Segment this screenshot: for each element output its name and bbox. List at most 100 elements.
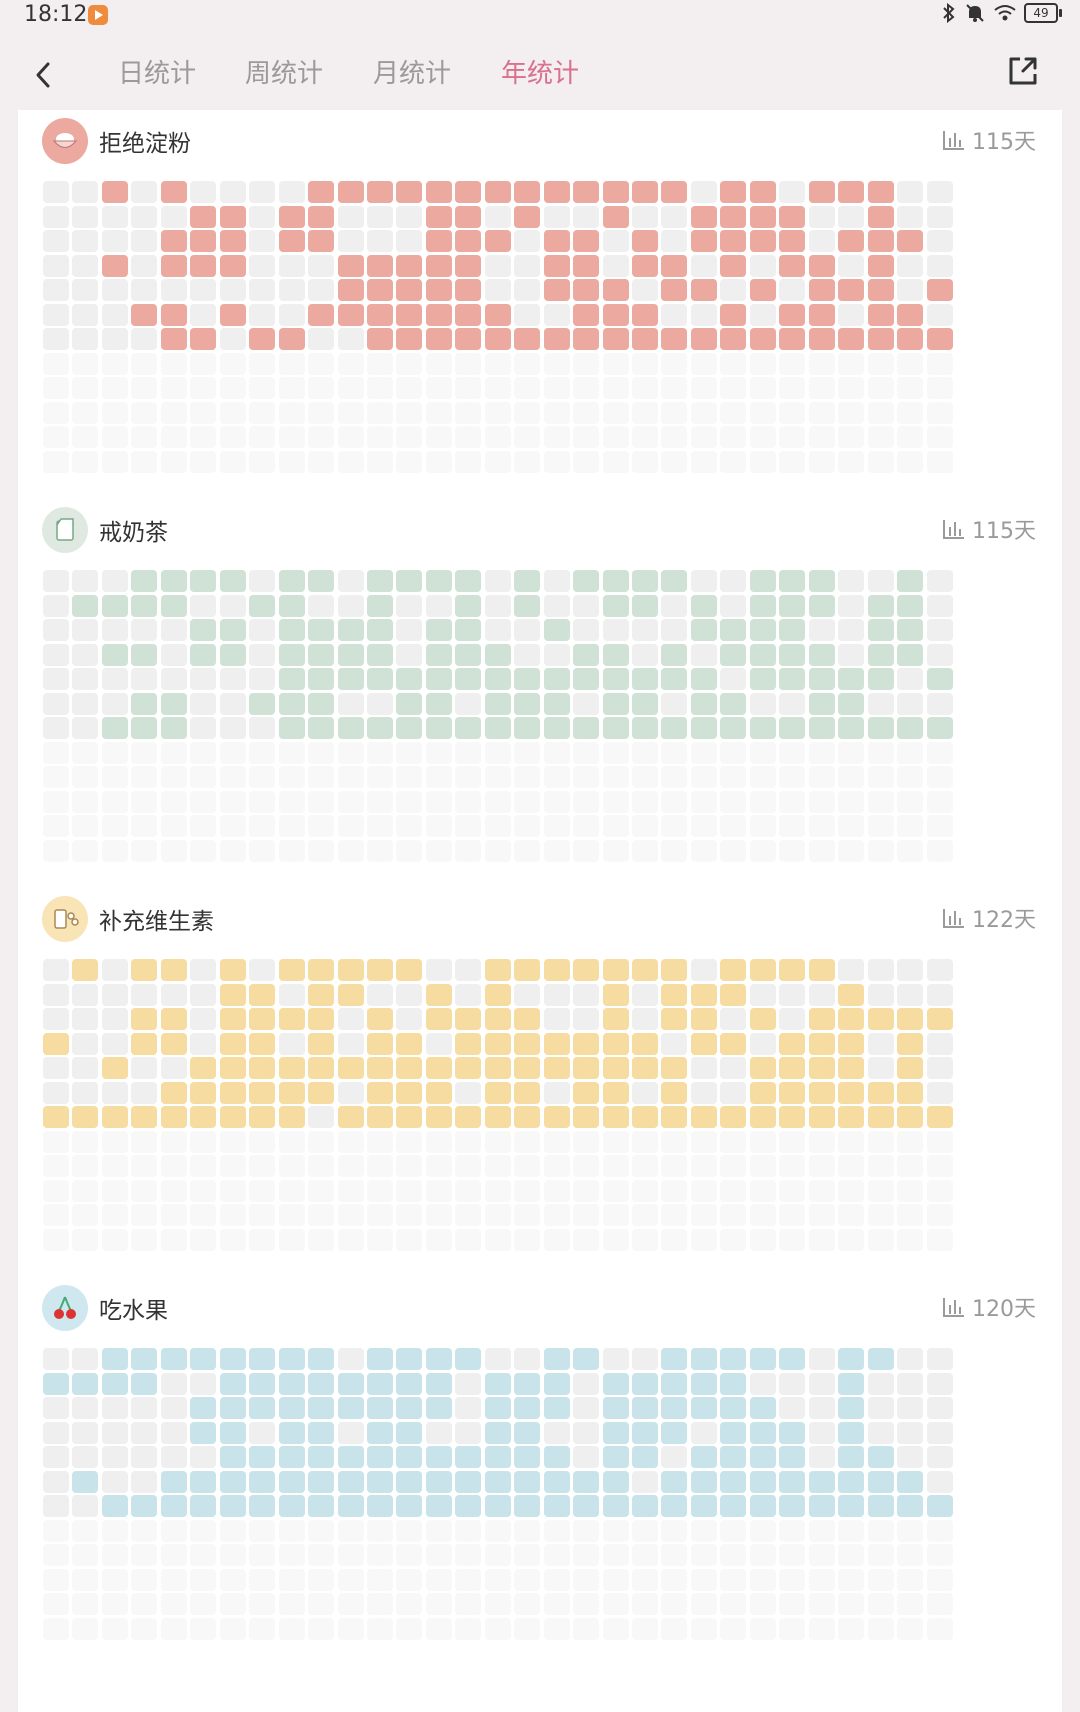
- day-cell-future: [337, 1568, 364, 1591]
- tab-weekly[interactable]: 周统计: [245, 54, 323, 94]
- day-cell-empty: [249, 230, 276, 252]
- habit-count-value: 115天: [972, 130, 1036, 155]
- day-cell-future: [337, 741, 364, 764]
- day-cell-done: [926, 668, 953, 690]
- day-cell-future: [808, 839, 835, 862]
- day-cell-future: [160, 839, 187, 862]
- day-cell-done: [484, 181, 511, 203]
- day-cell-future: [484, 1228, 511, 1251]
- day-cell-done: [897, 717, 924, 739]
- day-cell-future: [249, 1568, 276, 1591]
- habit-section-no-starch[interactable]: 拒绝淀粉 115天: [18, 110, 1062, 535]
- day-cell-empty: [926, 1057, 953, 1079]
- day-cell-future: [573, 741, 600, 764]
- tab-daily[interactable]: 日统计: [118, 54, 196, 94]
- day-cell-future: [190, 741, 217, 764]
- day-cell-future: [573, 1568, 600, 1591]
- day-cell-done: [661, 279, 688, 301]
- day-cell-empty: [926, 1032, 953, 1055]
- mute-icon: [966, 4, 984, 22]
- day-cell-empty: [101, 1470, 128, 1493]
- day-cell-done: [308, 1032, 335, 1055]
- day-cell-future: [308, 1228, 335, 1251]
- day-cell-future: [160, 426, 187, 448]
- day-cell-done: [396, 1032, 423, 1055]
- day-cell-done: [632, 1106, 658, 1128]
- day-cell-done: [366, 1372, 393, 1395]
- day-cell-empty: [396, 619, 423, 641]
- day-cell-done: [337, 983, 364, 1006]
- tab-yearly[interactable]: 年统计: [501, 54, 579, 94]
- day-cell-future: [632, 1519, 658, 1542]
- day-cell-done: [160, 1470, 187, 1493]
- day-cell-done: [602, 983, 629, 1006]
- day-cell-done: [514, 1495, 541, 1517]
- day-cell-future: [337, 1179, 364, 1202]
- day-cell-future: [425, 766, 452, 788]
- day-cell-done: [661, 1470, 688, 1493]
- day-cell-future: [366, 352, 393, 375]
- day-cell-future: [602, 1179, 629, 1202]
- day-cell-future: [543, 1130, 570, 1153]
- day-cell-future: [690, 1155, 717, 1177]
- day-cell-future: [190, 401, 217, 424]
- day-cell-done: [101, 254, 128, 277]
- day-cell-done: [484, 1446, 511, 1468]
- day-cell-empty: [838, 619, 865, 641]
- day-cell-done: [190, 230, 217, 252]
- day-cell-future: [720, 766, 747, 788]
- habit-section-vitamins[interactable]: 补充维生素 122天: [18, 888, 1062, 1313]
- day-cell-future: [514, 1130, 541, 1153]
- day-cell-done: [749, 1470, 776, 1493]
- day-cell-future: [573, 1519, 600, 1542]
- day-cell-future: [366, 741, 393, 764]
- day-cell-done: [543, 668, 570, 690]
- day-cell-future: [897, 1617, 924, 1640]
- day-cell-empty: [249, 717, 276, 739]
- tab-monthly[interactable]: 月统计: [373, 54, 451, 94]
- day-cell-future: [101, 426, 128, 448]
- habit-section-no-milk-tea[interactable]: 戒奶茶 115天: [18, 499, 1062, 924]
- day-cell-done: [308, 1470, 335, 1493]
- day-cell-future: [72, 815, 99, 837]
- day-cell-empty: [278, 254, 305, 277]
- day-cell-done: [838, 1421, 865, 1444]
- day-cell-empty: [779, 1008, 806, 1030]
- day-cell-future: [337, 766, 364, 788]
- day-cell-done: [749, 1348, 776, 1370]
- day-cell-future: [484, 426, 511, 448]
- day-cell-future: [749, 1617, 776, 1640]
- day-cell-done: [160, 1081, 187, 1104]
- day-cell-empty: [897, 1397, 924, 1419]
- day-cell-done: [543, 1372, 570, 1395]
- day-cell-done: [278, 1495, 305, 1517]
- day-cell-future: [249, 741, 276, 764]
- day-cell-empty: [43, 594, 69, 617]
- day-cell-done: [632, 959, 658, 981]
- day-cell-done: [602, 181, 629, 203]
- day-cell-empty: [308, 594, 335, 617]
- day-cell-future: [749, 839, 776, 862]
- share-button[interactable]: [1006, 54, 1040, 88]
- day-cell-empty: [720, 668, 747, 690]
- day-cell-empty: [43, 1397, 69, 1419]
- day-cell-future: [661, 1179, 688, 1202]
- day-cell-done: [514, 692, 541, 715]
- day-cell-empty: [867, 983, 894, 1006]
- day-cell-empty: [867, 1032, 894, 1055]
- day-cell-empty: [219, 181, 246, 203]
- day-cell-done: [897, 570, 924, 592]
- day-cell-future: [425, 377, 452, 399]
- day-cell-done: [278, 692, 305, 715]
- day-cell-done: [366, 1106, 393, 1128]
- day-cell-empty: [661, 303, 688, 326]
- habit-section-eat-fruit[interactable]: 吃水果 120天: [18, 1277, 1062, 1702]
- day-cell-future: [867, 1130, 894, 1153]
- day-cell-future: [514, 450, 541, 473]
- day-cell-empty: [72, 303, 99, 326]
- day-cell-future: [514, 1228, 541, 1251]
- day-cell-future: [690, 815, 717, 837]
- day-cell-done: [160, 959, 187, 981]
- day-cell-done: [190, 643, 217, 666]
- back-button[interactable]: [26, 54, 62, 96]
